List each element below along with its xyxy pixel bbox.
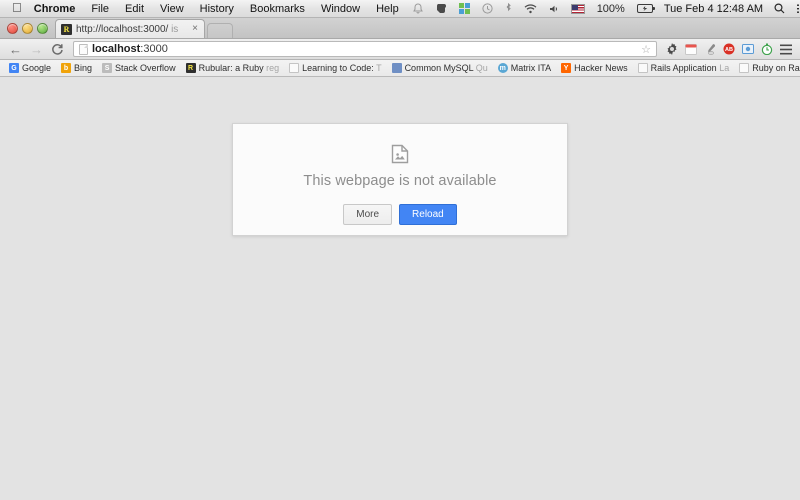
browser-toolbar: ← → localhost:3000 ☆ AB	[0, 39, 800, 60]
tab-title: http://localhost:3000/ is	[76, 24, 186, 35]
address-bar[interactable]: localhost:3000 ☆	[73, 41, 657, 57]
bookmark-bing[interactable]: b Bing	[56, 61, 97, 76]
timer-extension-icon[interactable]	[757, 40, 776, 59]
error-dialog: This webpage is not available More Reloa…	[232, 123, 568, 236]
menu-item-edit[interactable]: Edit	[117, 0, 152, 18]
back-arrow-icon[interactable]: ←	[5, 40, 26, 59]
adblock-extension-icon[interactable]: AB	[719, 40, 738, 59]
menu-bar-status-area: 100% Tue Feb 4 12:48 AM	[407, 0, 800, 18]
page-viewport: This webpage is not available More Reloa…	[0, 79, 800, 500]
bookmarks-bar: G Google b Bing S Stack Overflow R Rubul…	[0, 60, 800, 77]
eyedropper-extension-icon[interactable]	[700, 40, 719, 59]
menu-item-view[interactable]: View	[152, 0, 192, 18]
chrome-menu-icon[interactable]	[776, 40, 795, 59]
page-info-icon[interactable]	[79, 44, 88, 55]
more-button[interactable]: More	[343, 204, 392, 225]
notification-center-icon[interactable]	[791, 4, 800, 14]
spotlight-search-icon[interactable]	[768, 3, 791, 14]
screenshot-extension-icon[interactable]	[738, 40, 757, 59]
generic-page-favicon	[638, 63, 648, 73]
menu-item-bookmarks[interactable]: Bookmarks	[242, 0, 313, 18]
browser-tab[interactable]: R http://localhost:3000/ is ×	[55, 19, 205, 38]
apple-logo-icon[interactable]: 	[0, 1, 32, 14]
bookmark-label: Common MySQL Qu	[405, 63, 488, 73]
reload-button[interactable]: Reload	[399, 204, 457, 225]
window-traffic-lights	[0, 23, 55, 38]
menu-item-window[interactable]: Window	[313, 0, 368, 18]
bookmark-label: Rubular: a Ruby reg	[199, 63, 280, 73]
macos-menu-bar:  Chrome File Edit View History Bookmark…	[0, 0, 800, 18]
chrome-browser-window: R http://localhost:3000/ is × ← → localh…	[0, 18, 800, 500]
bookmark-label: Ruby on Rails Guides	[752, 63, 800, 73]
matrix-favicon: m	[498, 63, 508, 73]
bookmark-learning-to-code[interactable]: Learning to Code: T	[284, 61, 386, 76]
hackernews-favicon: Y	[561, 63, 571, 73]
generic-page-favicon	[289, 63, 299, 73]
stackoverflow-favicon: S	[102, 63, 112, 73]
menu-item-file[interactable]: File	[83, 0, 117, 18]
tab-strip: R http://localhost:3000/ is ×	[0, 18, 800, 39]
reload-icon[interactable]	[47, 40, 68, 59]
broken-page-icon	[391, 144, 409, 164]
calendar-extension-icon[interactable]	[681, 40, 700, 59]
dropbox-icon[interactable]	[453, 3, 476, 14]
bookmark-ruby-on-rails-guides[interactable]: Ruby on Rails Guides	[734, 61, 800, 76]
forward-arrow-icon[interactable]: →	[26, 40, 47, 59]
error-actions: More Reload	[343, 204, 457, 225]
bookmark-label: Learning to Code: T	[302, 63, 381, 73]
battery-icon[interactable]	[631, 4, 659, 13]
bookmark-stack-overflow[interactable]: S Stack Overflow	[97, 61, 181, 76]
bookmark-label: Matrix ITA	[511, 63, 551, 73]
bookmark-rubular[interactable]: R Rubular: a Ruby reg	[181, 61, 285, 76]
menu-bar-items:  Chrome File Edit View History Bookmark…	[0, 0, 407, 18]
zoom-window-button[interactable]	[37, 23, 48, 34]
volume-icon[interactable]	[543, 4, 565, 14]
bookmark-label: Hacker News	[574, 63, 628, 73]
bing-favicon: b	[61, 63, 71, 73]
bookmark-label: Bing	[74, 63, 92, 73]
close-window-button[interactable]	[7, 23, 18, 34]
menu-item-help[interactable]: Help	[368, 0, 407, 18]
bookmark-google[interactable]: G Google	[4, 61, 56, 76]
google-favicon: G	[9, 63, 19, 73]
wifi-icon[interactable]	[518, 4, 543, 14]
evernote-icon[interactable]	[429, 3, 453, 14]
svg-text:AB: AB	[725, 47, 733, 53]
us-flag-input-icon[interactable]	[565, 4, 591, 14]
mysql-favicon	[392, 63, 402, 73]
bookmark-label: Rails Application La	[651, 63, 730, 73]
bookmark-rails-application[interactable]: Rails Application La	[633, 61, 735, 76]
menu-item-history[interactable]: History	[192, 0, 242, 18]
new-tab-button[interactable]	[207, 23, 233, 38]
bookmark-matrix-ita[interactable]: m Matrix ITA	[493, 61, 556, 76]
notification-bell-icon[interactable]	[407, 3, 429, 14]
rubular-favicon: R	[186, 63, 196, 73]
tab-close-icon[interactable]: ×	[190, 24, 200, 34]
bookmark-hacker-news[interactable]: Y Hacker News	[556, 61, 633, 76]
bookmark-label: Stack Overflow	[115, 63, 176, 73]
address-bar-value: localhost:3000	[92, 43, 168, 55]
bookmark-common-mysql[interactable]: Common MySQL Qu	[387, 61, 493, 76]
menu-bar-clock[interactable]: Tue Feb 4 12:48 AM	[659, 0, 768, 18]
minimize-window-button[interactable]	[22, 23, 33, 34]
settings-gear-icon[interactable]	[662, 40, 681, 59]
bookmark-label: Google	[22, 63, 51, 73]
menu-item-chrome[interactable]: Chrome	[32, 0, 84, 18]
bluetooth-icon[interactable]	[499, 3, 518, 14]
bookmark-star-icon[interactable]: ☆	[641, 43, 651, 56]
error-title: This webpage is not available	[303, 173, 496, 189]
time-machine-icon[interactable]	[476, 3, 499, 14]
generic-page-favicon	[739, 63, 749, 73]
battery-percent-label: 100%	[591, 0, 631, 18]
tab-favicon-icon: R	[61, 24, 72, 35]
